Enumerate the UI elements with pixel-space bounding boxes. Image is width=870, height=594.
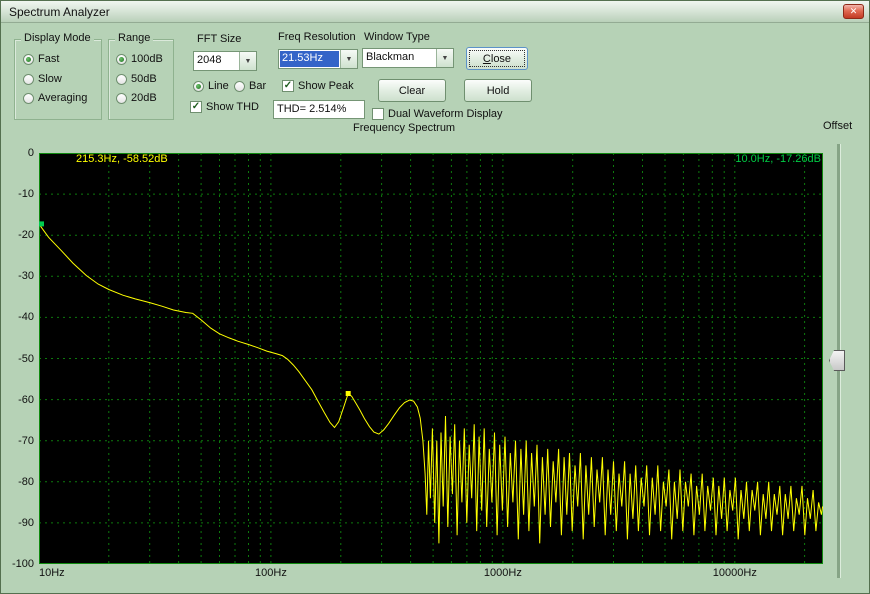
radio-line-indicator xyxy=(193,81,204,92)
radio-line[interactable]: Line xyxy=(193,80,229,92)
window-type-value: Blackman xyxy=(363,49,436,67)
radio-slow-indicator xyxy=(23,74,34,85)
checkbox-show-thd-label: Show THD xyxy=(206,101,259,113)
clear-button-label: Clear xyxy=(399,85,425,97)
spectrum-analyzer-window: Spectrum Analyzer ✕ Display Mode Fast Sl… xyxy=(0,0,870,594)
checkbox-dual-waveform-box xyxy=(372,108,384,120)
cursor-annotation: 10.0Hz, -17.26dB xyxy=(735,153,821,165)
checkbox-show-thd-box: ✓ xyxy=(190,101,202,113)
display-mode-group: Display Mode Fast Slow Averaging xyxy=(14,39,102,120)
checkbox-dual-waveform-label: Dual Waveform Display xyxy=(388,108,503,120)
x-axis-tick: 10000Hz xyxy=(713,567,757,580)
peak-annotation: 215.3Hz, -58.52dB xyxy=(76,153,168,165)
y-axis-tick: -50 xyxy=(1,352,34,366)
freq-resolution-value: 21.53Hz xyxy=(280,51,339,67)
radio-50db[interactable]: 50dB xyxy=(116,73,157,85)
radio-20db-indicator xyxy=(116,93,127,104)
radio-slow[interactable]: Slow xyxy=(23,73,62,85)
radio-averaging-label: Averaging xyxy=(38,92,87,104)
offset-slider-thumb[interactable] xyxy=(829,350,845,371)
window-close-button[interactable]: ✕ xyxy=(843,4,864,19)
check-icon: ✓ xyxy=(284,80,292,91)
offset-label: Offset xyxy=(823,120,852,132)
y-axis-tick: -100 xyxy=(1,557,34,571)
spectrum-plot[interactable] xyxy=(39,153,823,564)
range-group: Range 100dB 50dB 20dB xyxy=(108,39,174,120)
fft-size-select[interactable]: 2048 ▼ xyxy=(193,51,257,71)
y-axis-tick: -10 xyxy=(1,187,34,201)
checkbox-dual-waveform[interactable]: Dual Waveform Display xyxy=(372,108,503,120)
fft-size-value: 2048 xyxy=(194,52,239,70)
window-titlebar[interactable]: Spectrum Analyzer xyxy=(1,1,869,23)
y-axis-tick: -20 xyxy=(1,228,34,242)
radio-fast-label: Fast xyxy=(38,53,59,65)
check-icon: ✓ xyxy=(192,101,200,112)
radio-averaging-indicator xyxy=(23,93,34,104)
radio-bar-label: Bar xyxy=(249,80,266,92)
radio-100db-indicator xyxy=(116,54,127,65)
radio-50db-label: 50dB xyxy=(131,73,157,85)
peak-marker xyxy=(346,391,351,396)
freq-resolution-label: Freq Resolution xyxy=(278,31,356,43)
radio-bar[interactable]: Bar xyxy=(234,80,266,92)
close-icon: ✕ xyxy=(850,6,858,16)
radio-100db-label: 100dB xyxy=(131,53,163,65)
radio-fast-indicator xyxy=(23,54,34,65)
radio-50db-indicator xyxy=(116,74,127,85)
x-axis-tick: 1000Hz xyxy=(484,567,522,580)
radio-bar-indicator xyxy=(234,81,245,92)
y-axis-tick: 0 xyxy=(1,146,34,160)
clear-button[interactable]: Clear xyxy=(378,79,446,102)
y-axis-tick: -80 xyxy=(1,475,34,489)
fft-size-label: FFT Size xyxy=(197,33,241,45)
display-mode-caption: Display Mode xyxy=(21,32,94,44)
radio-fast[interactable]: Fast xyxy=(23,53,59,65)
radio-averaging[interactable]: Averaging xyxy=(23,92,87,104)
thd-readout: THD= 2.514% xyxy=(273,100,365,119)
chart-title: Frequency Spectrum xyxy=(353,122,455,134)
range-caption: Range xyxy=(115,32,153,44)
dropdown-arrow-icon[interactable]: ▼ xyxy=(436,49,453,67)
cursor-marker xyxy=(39,221,44,226)
y-axis-tick: -60 xyxy=(1,393,34,407)
y-axis-tick: -30 xyxy=(1,269,34,283)
checkbox-show-thd[interactable]: ✓ Show THD xyxy=(190,101,259,113)
y-axis-tick: -70 xyxy=(1,434,34,448)
close-button-accel: C xyxy=(483,53,491,65)
radio-slow-label: Slow xyxy=(38,73,62,85)
window-type-select[interactable]: Blackman ▼ xyxy=(362,48,454,68)
hold-button[interactable]: Hold xyxy=(464,79,532,102)
y-axis-tick: -90 xyxy=(1,516,34,530)
radio-20db[interactable]: 20dB xyxy=(116,92,157,104)
x-axis-tick: 100Hz xyxy=(255,567,287,580)
close-button-label: lose xyxy=(491,53,511,65)
radio-20db-label: 20dB xyxy=(131,92,157,104)
y-axis-tick: -40 xyxy=(1,310,34,324)
window-type-label: Window Type xyxy=(364,31,430,43)
x-axis-tick: 10Hz xyxy=(39,567,65,580)
dropdown-arrow-icon[interactable]: ▼ xyxy=(239,52,256,70)
window-title: Spectrum Analyzer xyxy=(9,5,110,19)
radio-line-label: Line xyxy=(208,80,229,92)
close-button[interactable]: Close xyxy=(466,47,528,70)
spectrum-svg xyxy=(39,153,823,564)
checkbox-show-peak-label: Show Peak xyxy=(298,80,354,92)
freq-resolution-select[interactable]: 21.53Hz ▼ xyxy=(278,49,358,69)
plot-grid xyxy=(39,153,823,564)
hold-button-label: Hold xyxy=(487,85,510,97)
radio-100db[interactable]: 100dB xyxy=(116,53,163,65)
spectrum-trace xyxy=(39,224,823,543)
checkbox-show-peak[interactable]: ✓ Show Peak xyxy=(282,80,354,92)
checkbox-show-peak-box: ✓ xyxy=(282,80,294,92)
dropdown-arrow-icon[interactable]: ▼ xyxy=(340,50,357,68)
